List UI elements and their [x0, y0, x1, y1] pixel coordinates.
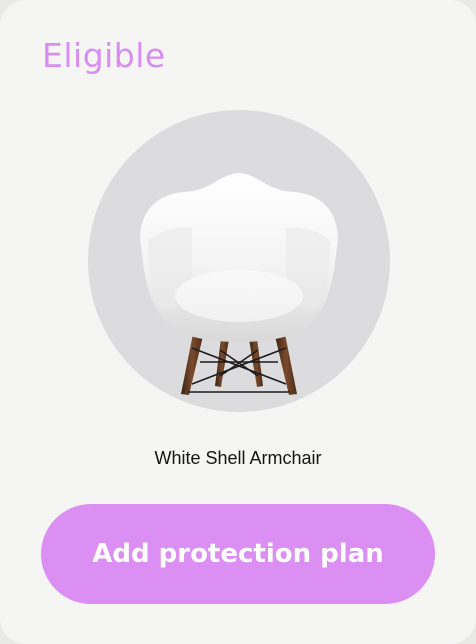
protection-plan-card: Eligible White Shell Armchair Add protec… [0, 0, 476, 644]
eligibility-status: Eligible [42, 36, 166, 75]
armchair-icon [140, 173, 338, 395]
product-name: White Shell Armchair [154, 448, 322, 468]
add-protection-plan-label: Add protection plan [92, 539, 384, 569]
product-image-frame [88, 110, 390, 412]
add-protection-plan-button[interactable]: Add protection plan [41, 504, 435, 604]
